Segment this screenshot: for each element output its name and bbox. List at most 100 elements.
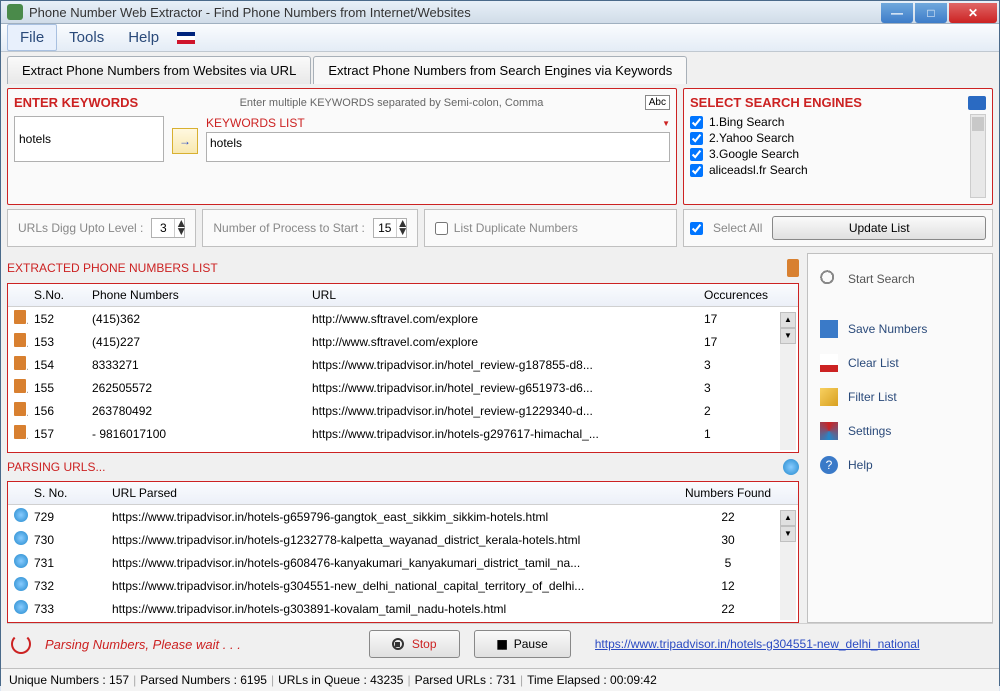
table-row[interactable]: 153 (415)227 http://www.sftravel.com/exp… bbox=[8, 330, 798, 353]
start-search-button[interactable]: Start Search bbox=[816, 262, 984, 296]
close-button[interactable]: ✕ bbox=[949, 3, 997, 23]
keywords-input[interactable] bbox=[14, 116, 164, 162]
statusbar: Unique Numbers : 157| Parsed Numbers : 6… bbox=[1, 668, 999, 691]
menu-file[interactable]: File bbox=[7, 24, 57, 51]
engine-checkbox[interactable] bbox=[690, 132, 703, 145]
pause-icon: ▮▮ bbox=[497, 637, 506, 651]
table-row[interactable]: 152 (415)362 http://www.sftravel.com/exp… bbox=[8, 307, 798, 330]
engine-checkbox[interactable] bbox=[690, 148, 703, 161]
digg-spinner[interactable]: ▲▼ bbox=[151, 218, 185, 238]
control-row: Parsing Numbers, Please wait . . . Stop … bbox=[7, 623, 993, 664]
app-icon bbox=[7, 4, 23, 20]
col-sno2[interactable]: S. No. bbox=[28, 486, 106, 500]
titlebar: Phone Number Web Extractor - Find Phone … bbox=[1, 1, 999, 24]
phone-row-icon bbox=[14, 425, 26, 439]
col-sno[interactable]: S.No. bbox=[28, 288, 86, 302]
globe-icon bbox=[783, 459, 799, 475]
engines-title: SELECT SEARCH ENGINES bbox=[690, 95, 862, 110]
parsing-title: PARSING URLS... bbox=[7, 460, 105, 474]
camera-icon[interactable] bbox=[968, 96, 986, 110]
search-engines-panel: SELECT SEARCH ENGINES 1.Bing Search 2.Ya… bbox=[683, 88, 993, 205]
engines-footer: Select All Update List bbox=[683, 209, 993, 247]
phone-row-icon bbox=[14, 310, 26, 324]
settings-button[interactable]: Settings bbox=[816, 414, 984, 448]
table-row[interactable]: 732 https://www.tripadvisor.in/hotels-g3… bbox=[8, 574, 798, 597]
globe-row-icon bbox=[14, 577, 28, 591]
col-occ[interactable]: Occurences bbox=[698, 288, 798, 302]
abc-icon[interactable]: Abc bbox=[645, 95, 670, 110]
menu-tools[interactable]: Tools bbox=[57, 25, 116, 50]
tab-url-extract[interactable]: Extract Phone Numbers from Websites via … bbox=[7, 56, 311, 84]
process-spinner[interactable]: ▲▼ bbox=[373, 218, 407, 238]
engine-item: 3.Google Search bbox=[690, 146, 986, 162]
loading-icon bbox=[11, 634, 31, 654]
current-url-link[interactable]: https://www.tripadvisor.in/hotels-g30455… bbox=[595, 637, 989, 651]
select-all-label: Select All bbox=[713, 221, 762, 235]
keywords-list[interactable]: hotels bbox=[206, 132, 670, 162]
table-row[interactable]: 156 263780492 https://www.tripadvisor.in… bbox=[8, 399, 798, 422]
language-flag-icon[interactable] bbox=[177, 32, 195, 44]
engine-item: 1.Bing Search bbox=[690, 114, 986, 130]
table-row[interactable]: 730 https://www.tripadvisor.in/hotels-g1… bbox=[8, 528, 798, 551]
settings-icon bbox=[820, 422, 838, 440]
engines-scrollbar[interactable] bbox=[970, 114, 986, 198]
clear-list-button[interactable]: Clear List bbox=[816, 346, 984, 380]
extracted-scrollbar[interactable]: ▲▼ bbox=[780, 312, 796, 450]
parsing-message: Parsing Numbers, Please wait . . . bbox=[45, 637, 241, 652]
status-elapsed: Time Elapsed : 00:09:42 bbox=[527, 673, 657, 687]
col-numbers-found[interactable]: Numbers Found bbox=[658, 486, 798, 500]
globe-row-icon bbox=[14, 531, 28, 545]
engines-list: 1.Bing Search 2.Yahoo Search 3.Google Se… bbox=[690, 114, 986, 198]
tab-search-extract[interactable]: Extract Phone Numbers from Search Engine… bbox=[313, 56, 687, 84]
search-icon bbox=[820, 270, 838, 288]
save-numbers-button[interactable]: Save Numbers bbox=[816, 312, 984, 346]
extracted-title: EXTRACTED PHONE NUMBERS LIST bbox=[7, 261, 218, 275]
sidebar: Start Search Save Numbers Clear List Fil… bbox=[807, 253, 993, 623]
phone-row-icon bbox=[14, 402, 26, 416]
phone-row-icon bbox=[14, 356, 26, 370]
tabs: Extract Phone Numbers from Websites via … bbox=[1, 52, 999, 84]
table-row[interactable]: 729 https://www.tripadvisor.in/hotels-g6… bbox=[8, 505, 798, 528]
table-row[interactable]: 733 https://www.tripadvisor.in/hotels-g3… bbox=[8, 597, 798, 620]
duplicate-box: List Duplicate Numbers bbox=[424, 209, 677, 247]
status-unique: Unique Numbers : 157 bbox=[9, 673, 129, 687]
save-icon bbox=[820, 320, 838, 338]
engine-checkbox[interactable] bbox=[690, 164, 703, 177]
select-all-checkbox[interactable] bbox=[690, 222, 703, 235]
table-row[interactable]: 155 262505572 https://www.tripadvisor.in… bbox=[8, 376, 798, 399]
add-keyword-button[interactable]: → bbox=[172, 128, 198, 154]
engine-checkbox[interactable] bbox=[690, 116, 703, 129]
maximize-button[interactable]: □ bbox=[915, 3, 947, 23]
duplicate-label: List Duplicate Numbers bbox=[454, 221, 578, 235]
keywords-title: ENTER KEYWORDS bbox=[14, 95, 138, 110]
table-row[interactable]: 154 8333271 https://www.tripadvisor.in/h… bbox=[8, 353, 798, 376]
keywords-list-title: KEYWORDS LIST bbox=[206, 116, 305, 130]
pause-button[interactable]: ▮▮Pause bbox=[474, 630, 571, 658]
menu-help[interactable]: Help bbox=[116, 25, 171, 50]
status-queue: URLs in Queue : 43235 bbox=[278, 673, 403, 687]
phone-icon bbox=[787, 259, 799, 277]
digg-label: URLs Digg Upto Level : bbox=[18, 221, 143, 235]
stop-button[interactable]: Stop bbox=[369, 630, 460, 658]
status-parsed-urls: Parsed URLs : 731 bbox=[415, 673, 516, 687]
phone-row-icon bbox=[14, 333, 26, 347]
parsing-scrollbar[interactable]: ▲▼ bbox=[780, 510, 796, 620]
col-url-parsed[interactable]: URL Parsed bbox=[106, 486, 658, 500]
process-label: Number of Process to Start : bbox=[213, 221, 364, 235]
filter-list-button[interactable]: Filter List bbox=[816, 380, 984, 414]
table-row[interactable]: 731 https://www.tripadvisor.in/hotels-g6… bbox=[8, 551, 798, 574]
table-row[interactable]: 157 - 9816017100 https://www.tripadvisor… bbox=[8, 422, 798, 445]
chevron-down-icon[interactable]: ▼ bbox=[662, 119, 670, 128]
minimize-button[interactable]: — bbox=[881, 3, 913, 23]
digg-level-box: URLs Digg Upto Level : ▲▼ bbox=[7, 209, 196, 247]
process-count-box: Number of Process to Start : ▲▼ bbox=[202, 209, 417, 247]
engine-item: aliceadsl.fr Search bbox=[690, 162, 986, 178]
globe-row-icon bbox=[14, 554, 28, 568]
duplicate-checkbox[interactable] bbox=[435, 222, 448, 235]
col-url[interactable]: URL bbox=[306, 288, 698, 302]
col-phone[interactable]: Phone Numbers bbox=[86, 288, 306, 302]
parsing-table: S. No. URL Parsed Numbers Found 729 http… bbox=[7, 481, 799, 623]
update-list-button[interactable]: Update List bbox=[772, 216, 986, 240]
extracted-table: S.No. Phone Numbers URL Occurences 152 (… bbox=[7, 283, 799, 453]
help-button[interactable]: ?Help bbox=[816, 448, 984, 482]
